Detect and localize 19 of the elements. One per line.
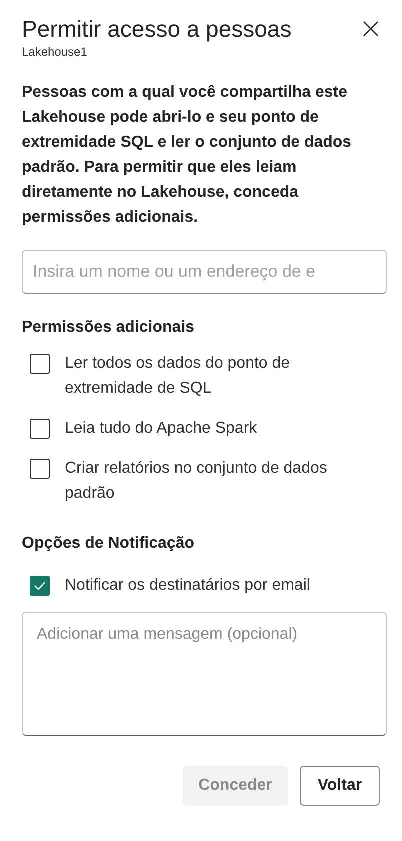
checkbox[interactable] [30, 576, 50, 596]
dialog-subtitle: Lakehouse1 [22, 44, 88, 60]
close-icon [363, 21, 379, 37]
checkbox-label: Criar relatórios no conjunto de dados padrão [65, 459, 328, 504]
close-button[interactable] [362, 20, 380, 38]
checkmark-icon [34, 581, 46, 591]
checkbox[interactable] [30, 459, 50, 479]
section-heading: Permissões adicionais [22, 318, 196, 338]
section-heading: Opções de Notificação [22, 534, 196, 554]
description: Pessoas com a qual você compartilha este Lakehouse pode abri-lo e seu ponto de extremidade SQL e ler o conjunto de dados padrão. Para permitir que eles leiam diretamente no Lakehouse, conceda permissões adicionais. [22, 83, 353, 228]
dialog-title: Permitir acesso a pessoas [22, 15, 292, 44]
message-field[interactable]: Adicionar uma mensagem (opcional) [22, 612, 387, 736]
checkbox[interactable] [30, 354, 50, 374]
name-email-field[interactable]: Insira um nome ou um endereço de e [22, 250, 387, 294]
dialog-button[interactable]: Voltar [300, 766, 380, 806]
checkbox-label: Notificar os destinatários por email [65, 576, 312, 596]
checkbox-label: Leia tudo do Apache Spark [65, 419, 258, 439]
checkbox-label: Ler todos os dados do ponto de extremidade de SQL [65, 354, 292, 399]
checkbox[interactable] [30, 419, 50, 439]
